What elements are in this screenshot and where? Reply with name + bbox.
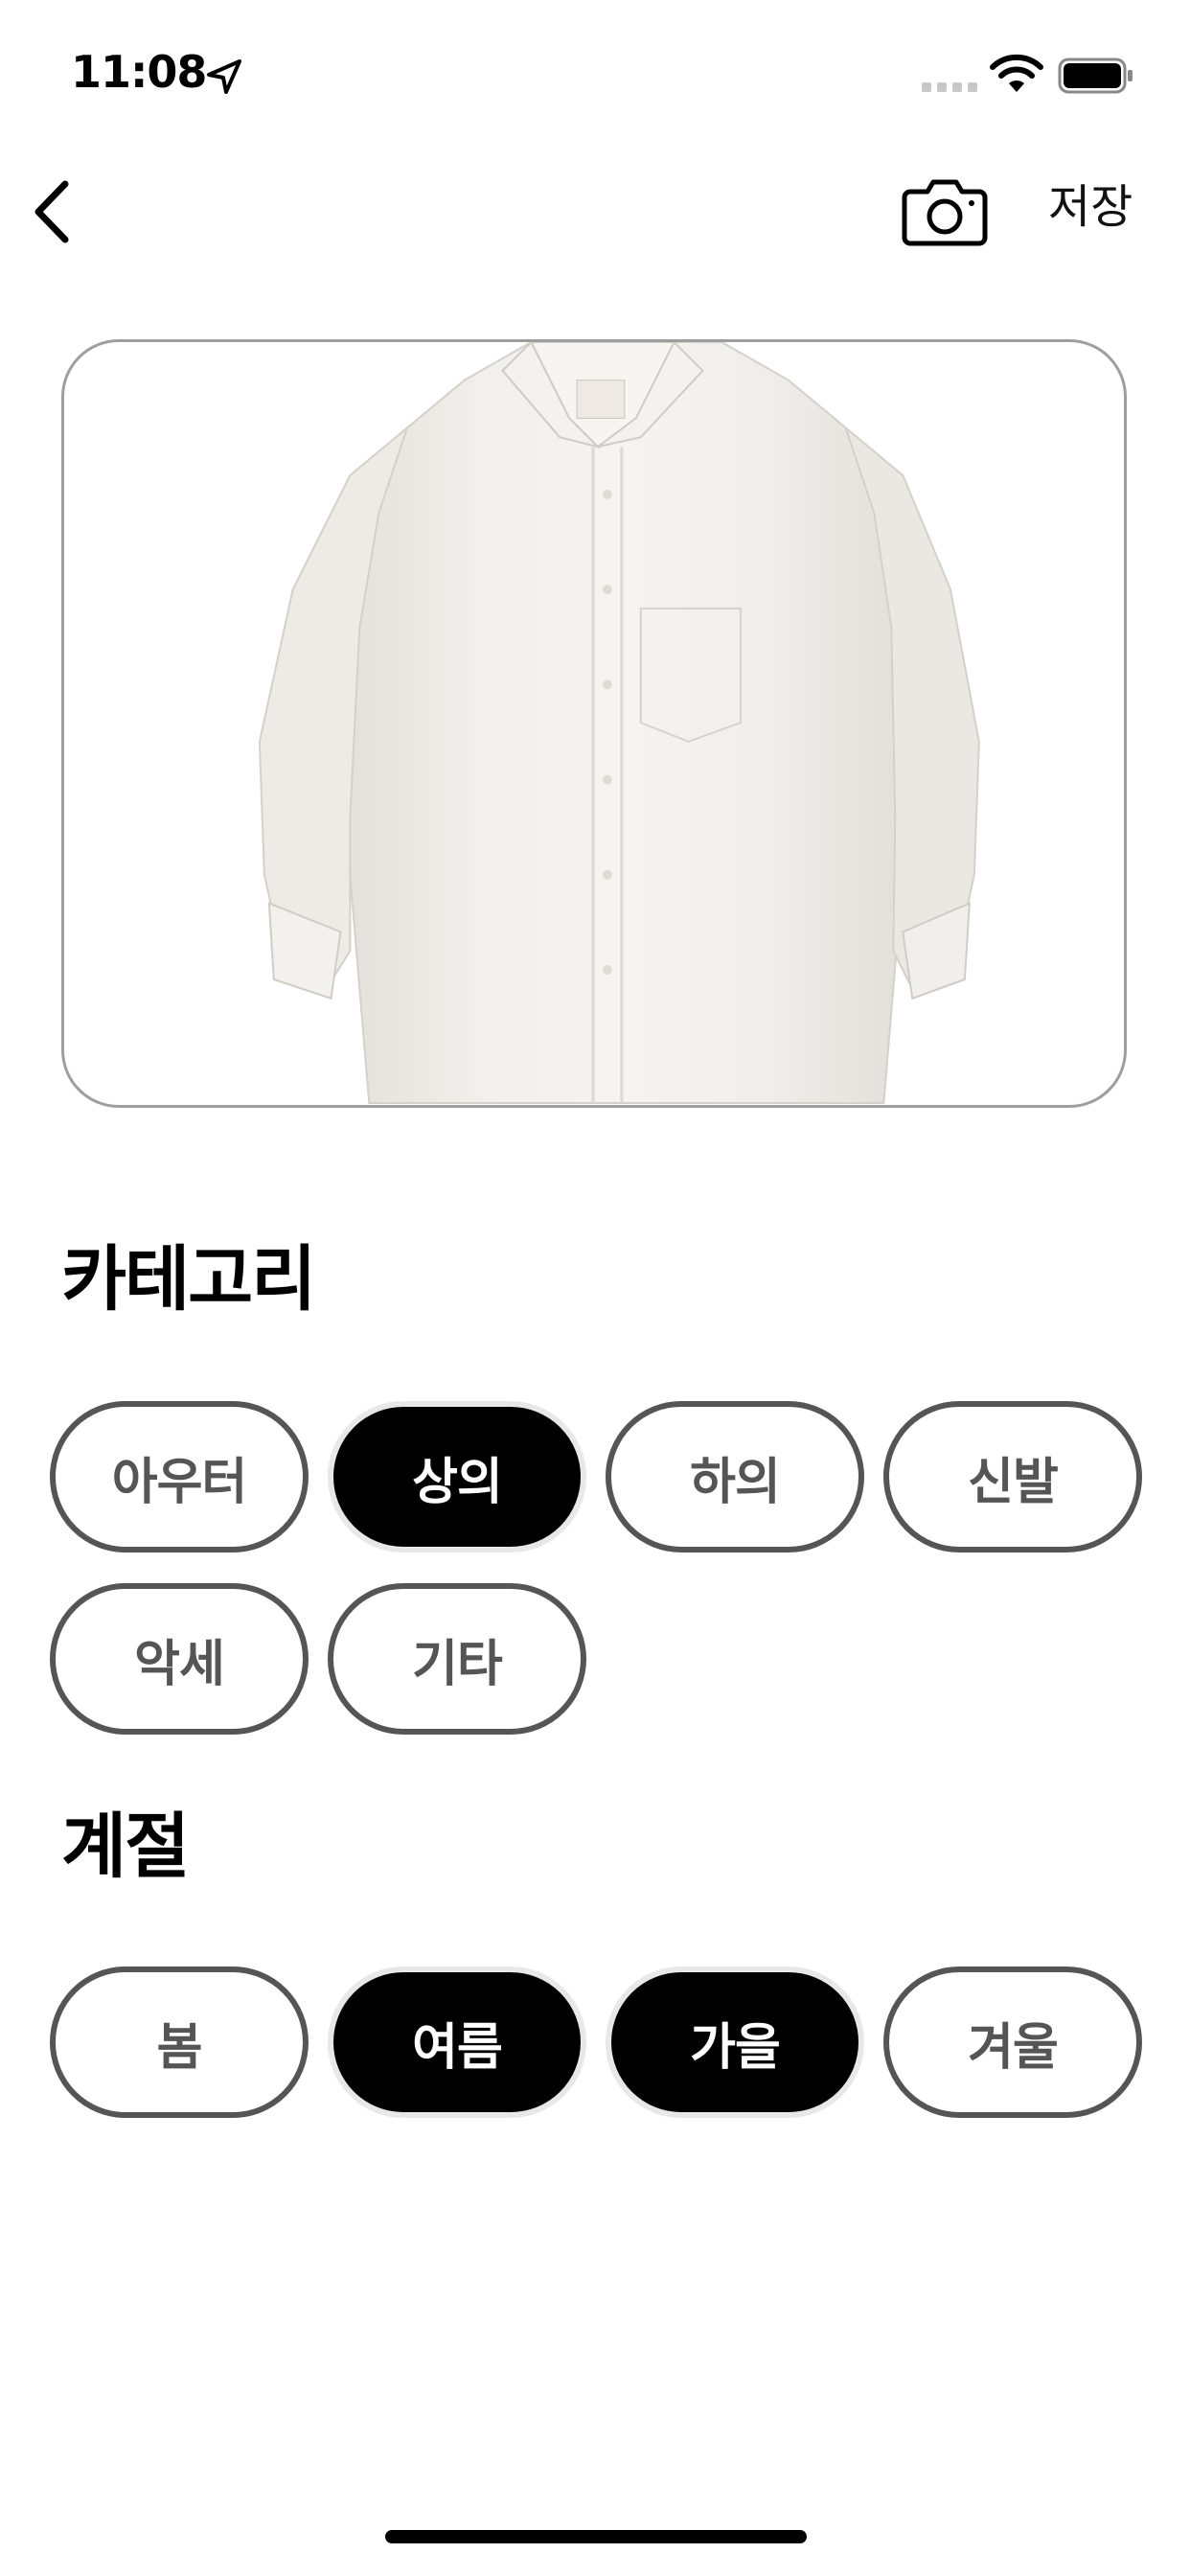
home-indicator[interactable] xyxy=(385,2530,807,2543)
season-chip-winter[interactable]: 겨울 xyxy=(883,1966,1142,2118)
location-arrow-icon xyxy=(207,59,241,94)
battery-icon xyxy=(1058,58,1133,94)
category-chip-top[interactable]: 상의 xyxy=(328,1401,586,1552)
category-chip-shoes[interactable]: 신발 xyxy=(883,1401,1142,1552)
status-time: 11:08 xyxy=(71,46,207,98)
category-chip-outer[interactable]: 아우터 xyxy=(50,1401,309,1552)
back-button[interactable] xyxy=(13,169,90,255)
season-title: 계절 xyxy=(61,1806,190,1888)
wifi-icon xyxy=(990,54,1043,92)
category-title: 카테고리 xyxy=(61,1238,316,1321)
camera-button[interactable] xyxy=(901,172,989,249)
clothing-photo[interactable] xyxy=(61,339,1127,1108)
category-chip-bottom[interactable]: 하의 xyxy=(606,1401,864,1552)
shirt-image xyxy=(258,342,980,1105)
cellular-signal-icon xyxy=(922,82,977,92)
chevron-left-icon xyxy=(34,180,69,243)
camera-icon xyxy=(902,179,988,246)
season-chip-autumn[interactable]: 가을 xyxy=(606,1966,864,2118)
category-chip-other[interactable]: 기타 xyxy=(328,1583,586,1735)
category-chip-accessory[interactable]: 악세 xyxy=(50,1583,309,1735)
status-bar: 11:08 xyxy=(0,0,1190,134)
save-button[interactable]: 저장 xyxy=(1048,178,1133,236)
season-chip-summer[interactable]: 여름 xyxy=(328,1966,586,2118)
season-chip-spring[interactable]: 봄 xyxy=(50,1966,309,2118)
